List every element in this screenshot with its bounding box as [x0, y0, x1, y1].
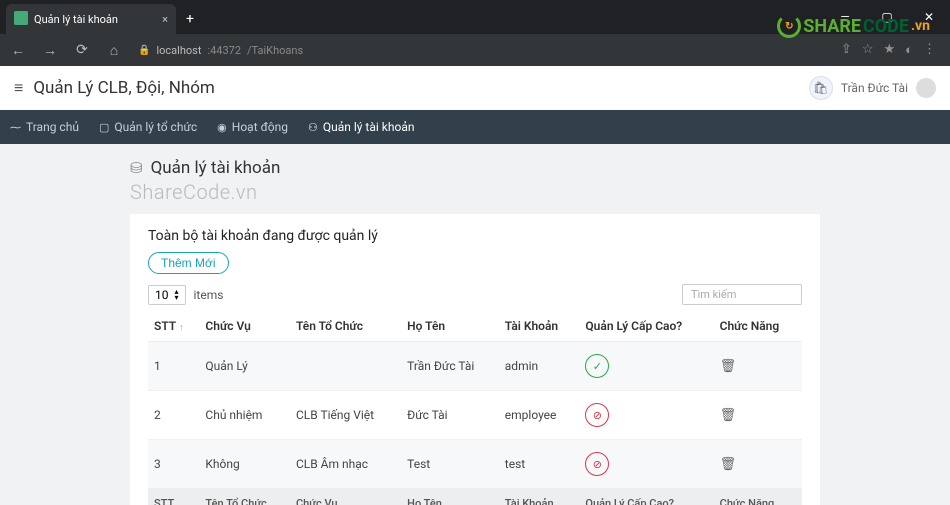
share-icon[interactable]: ⇪ — [841, 42, 852, 58]
menu-toggle-icon[interactable]: ≡ — [14, 78, 23, 98]
add-new-button[interactable]: Thêm Mới — [148, 252, 229, 274]
app-title: Quản Lý CLB, Đội, Nhóm — [33, 78, 215, 98]
favicon-icon — [14, 11, 34, 28]
cell-action: 🗑 — [714, 440, 802, 489]
fcol-stt: STT — [148, 489, 199, 505]
tab-title: Quản lý tài khoản — [34, 13, 158, 26]
trash-icon[interactable]: 🗑 — [720, 359, 737, 374]
sharecode-logo: ↻ SHARECODE.vn — [777, 14, 930, 38]
cell-chucvu: Chủ nhiệm — [199, 391, 290, 440]
content-area: ⛁ Quản lý tài khoản ShareCode.vn Toàn bộ… — [0, 144, 950, 505]
app-header: ≡ Quản Lý CLB, Đội, Nhóm 🛍 Trần Đức Tài — [0, 66, 950, 110]
cell-tochuc: CLB Âm nhạc — [290, 440, 401, 489]
nav-account[interactable]: ⚇Quản lý tài khoản — [308, 120, 415, 134]
back-button[interactable]: ← — [6, 42, 30, 59]
url-path: /TaiKhoans — [247, 44, 303, 57]
page-heading: ⛁ Quản lý tài khoản — [130, 158, 820, 178]
tablet-icon: ▢ — [99, 121, 109, 134]
avatar-icon[interactable] — [916, 78, 936, 98]
cell-stt: 1 — [148, 342, 199, 391]
lock-icon: 🔒 — [138, 45, 150, 56]
cell-capcao: ⊘ — [579, 391, 713, 440]
trash-icon[interactable]: 🗑 — [720, 457, 737, 472]
reload-button[interactable]: ⟳ — [70, 42, 94, 58]
cell-taikhoan: employee — [499, 391, 580, 440]
cell-tochuc — [290, 342, 401, 391]
fcol-chucvu: Chức Vụ — [290, 489, 401, 505]
cell-hoten: Test — [401, 440, 499, 489]
forward-button[interactable]: → — [38, 42, 62, 59]
pulse-icon: ⁓ — [10, 121, 21, 134]
eye-icon: ◉ — [217, 121, 227, 134]
page-length-select[interactable]: 10▴▾ — [148, 285, 186, 305]
nav-home[interactable]: ⁓Trang chủ — [10, 120, 79, 134]
cell-stt: 2 — [148, 391, 199, 440]
cross-icon: ⊘ — [585, 403, 609, 427]
col-taikhoan[interactable]: Tài Khoản — [499, 311, 580, 342]
check-icon: ✓ — [585, 354, 609, 378]
nav-org[interactable]: ▢Quản lý tổ chức — [99, 120, 197, 134]
cell-stt: 3 — [148, 440, 199, 489]
cell-action: 🗑 — [714, 391, 802, 440]
address-bar[interactable]: 🔒 localhost :44372/TaiKhoans — [138, 44, 303, 57]
trash-icon[interactable]: 🗑 — [720, 408, 737, 423]
database-icon: ⛁ — [130, 159, 143, 177]
cell-taikhoan: admin — [499, 342, 580, 391]
col-chucvu[interactable]: Chức Vụ — [199, 311, 290, 342]
new-tab-button[interactable]: + — [176, 4, 204, 34]
extension-icon[interactable]: ★ — [883, 42, 895, 58]
cell-tochuc: CLB Tiếng Việt — [290, 391, 401, 440]
person-icon: ⚇ — [308, 121, 318, 134]
profile-icon[interactable]: ◐ — [905, 42, 913, 58]
fcol-tochuc: Tên Tổ Chức — [199, 489, 290, 505]
fcol-capcao: Quản Lý Cấp Cao? — [579, 489, 713, 505]
select-arrows-icon: ▴▾ — [175, 289, 179, 300]
menu-icon[interactable]: ⋮ — [923, 42, 936, 58]
cart-icon[interactable]: 🛍 — [809, 76, 833, 100]
table-row: 1Quản Lý Trần Đức Tàiadmin✓ 🗑 — [148, 342, 802, 391]
browser-toolbar: ← → ⟳ ⌂ 🔒 localhost:44372/TaiKhoans ⇪ ☆ … — [0, 34, 950, 66]
bookmark-icon[interactable]: ☆ — [862, 42, 874, 58]
cell-capcao: ⊘ — [579, 440, 713, 489]
user-name: Trần Đức Tài — [841, 81, 908, 95]
home-button[interactable]: ⌂ — [102, 42, 126, 59]
accounts-table: STT↑ Chức Vụ Tên Tổ Chức Họ Tên Tài Khoả… — [148, 311, 802, 505]
col-tochuc[interactable]: Tên Tổ Chức — [290, 311, 401, 342]
tab-close-icon[interactable]: × — [162, 13, 168, 26]
browser-tab[interactable]: Quản lý tài khoản × — [6, 4, 176, 34]
col-stt[interactable]: STT↑ — [148, 311, 199, 342]
sort-asc-icon: ↑ — [179, 323, 184, 333]
col-chucnang[interactable]: Chức Năng — [714, 311, 802, 342]
col-hoten[interactable]: Họ Tên — [401, 311, 499, 342]
cell-capcao: ✓ — [579, 342, 713, 391]
cell-hoten: Đức Tài — [401, 391, 499, 440]
table-row: 3KhôngCLB Âm nhạcTesttest⊘ 🗑 — [148, 440, 802, 489]
accounts-card: Toàn bộ tài khoản đang được quản lý Thêm… — [130, 214, 820, 505]
cell-action: 🗑 — [714, 342, 802, 391]
cross-icon: ⊘ — [585, 452, 609, 476]
fcol-taikhoan: Tài Khoản — [499, 489, 580, 505]
main-nav: ⁓Trang chủ ▢Quản lý tổ chức ◉Hoạt động ⚇… — [0, 110, 950, 144]
items-label: items — [194, 288, 224, 302]
cell-chucvu: Quản Lý — [199, 342, 290, 391]
cell-chucvu: Không — [199, 440, 290, 489]
fcol-chucnang: Chức Năng — [714, 489, 802, 505]
col-capcao[interactable]: Quản Lý Cấp Cao? — [579, 311, 713, 342]
card-title: Toàn bộ tài khoản đang được quản lý — [148, 228, 802, 244]
cell-hoten: Trần Đức Tài — [401, 342, 499, 391]
watermark-text: ShareCode.vn — [130, 180, 820, 204]
url-host: localhost — [156, 44, 201, 57]
nav-activity[interactable]: ◉Hoạt động — [217, 120, 288, 134]
fcol-hoten: Họ Tên — [401, 489, 499, 505]
search-input[interactable]: Tìm kiếm — [682, 284, 802, 305]
cell-taikhoan: test — [499, 440, 580, 489]
url-port: :44372 — [207, 44, 241, 57]
table-row: 2Chủ nhiệmCLB Tiếng ViệtĐức Tàiemployee⊘… — [148, 391, 802, 440]
